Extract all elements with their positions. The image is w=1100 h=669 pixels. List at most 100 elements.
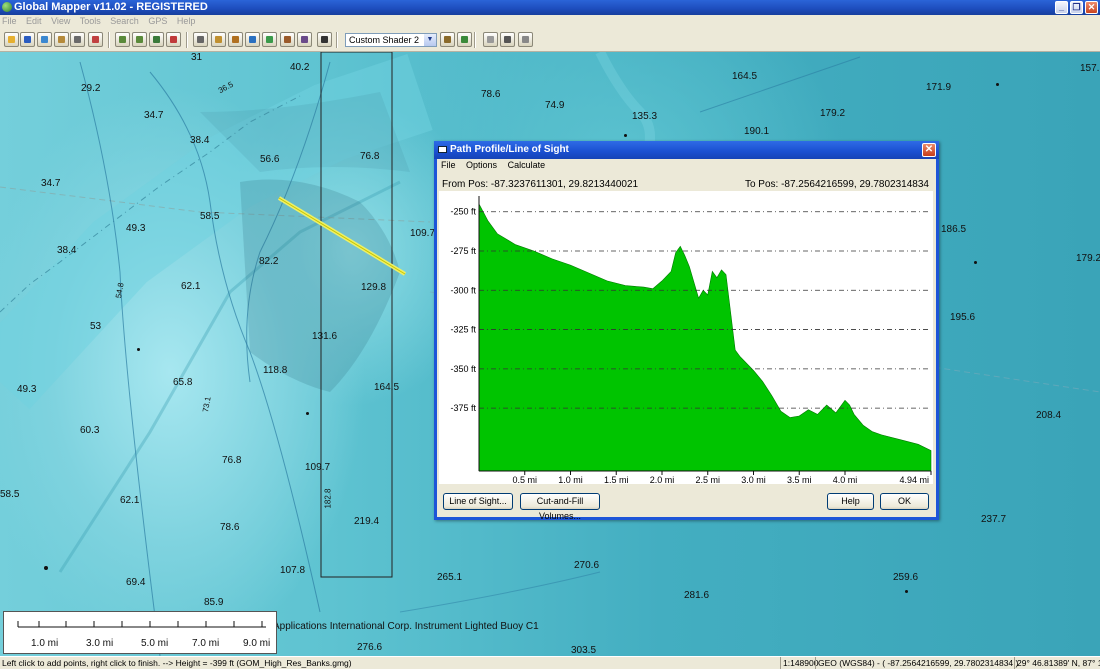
depth-label: 49.3 bbox=[126, 223, 146, 234]
home-icon[interactable] bbox=[166, 32, 181, 47]
buoy-feature-label: Applications International Corp. Instrum… bbox=[273, 621, 539, 632]
gps-icon[interactable] bbox=[483, 32, 498, 47]
y-tick-label: -375 ft bbox=[450, 403, 476, 413]
tools-icon[interactable] bbox=[88, 32, 103, 47]
pan-icon[interactable] bbox=[193, 32, 208, 47]
scale-label: 5.0 mi bbox=[141, 638, 169, 649]
sounding-point bbox=[137, 348, 140, 351]
depth-label: 78.6 bbox=[481, 89, 501, 100]
overlay-control-icon[interactable] bbox=[70, 32, 85, 47]
menu-file[interactable]: File bbox=[2, 16, 17, 26]
chevron-down-icon[interactable]: ▼ bbox=[424, 34, 436, 46]
depth-label: 186.5 bbox=[941, 224, 967, 235]
app-title-bar: Global Mapper v11.02 - REGISTERED _ ❐ ✕ bbox=[0, 0, 1100, 15]
depth-label: 29.2 bbox=[81, 83, 101, 94]
depth-label: 109.7 bbox=[410, 228, 436, 239]
status-bar: Left click to add points, right click to… bbox=[0, 656, 1100, 669]
profile-window-icon bbox=[438, 146, 447, 153]
depth-label: 281.6 bbox=[684, 590, 710, 601]
app-title: Global Mapper v11.02 - REGISTERED bbox=[14, 1, 208, 13]
3d-view-icon[interactable] bbox=[297, 32, 312, 47]
dialog-menu-bar: File Options Calculate bbox=[441, 160, 553, 170]
menu-help[interactable]: Help bbox=[177, 16, 196, 26]
scale-bar: 1.0 mi 3.0 mi 5.0 mi 7.0 mi 9.0 mi bbox=[3, 611, 277, 654]
zoom-in-icon[interactable] bbox=[115, 32, 130, 47]
depth-label: 58.5 bbox=[200, 211, 220, 222]
ok-button[interactable]: OK bbox=[880, 493, 929, 510]
depth-label: 76.8 bbox=[222, 455, 242, 466]
depth-label: 38.4 bbox=[57, 245, 77, 256]
depth-label: 118.8 bbox=[263, 365, 288, 376]
depth-label: 56.6 bbox=[260, 154, 280, 165]
depth-label: 78.6 bbox=[220, 522, 240, 533]
x-tick-label: 2.0 mi bbox=[650, 475, 675, 484]
line-of-sight-button[interactable]: Line of Sight... bbox=[443, 493, 513, 510]
save-icon[interactable] bbox=[20, 32, 35, 47]
binoculars-icon[interactable] bbox=[317, 32, 332, 47]
shader-palette-icon[interactable] bbox=[440, 32, 455, 47]
dialog-menu-calculate[interactable]: Calculate bbox=[508, 160, 546, 170]
scale-label: 3.0 mi bbox=[86, 638, 114, 649]
profile-chart: -250 ft -275 ft -300 ft -325 ft -350 ft -375 … bbox=[439, 191, 933, 484]
status-hint: Left click to add points, right click to… bbox=[2, 658, 352, 668]
zoom-out-icon[interactable] bbox=[132, 32, 147, 47]
config-icon[interactable] bbox=[518, 32, 533, 47]
status-scale: 1:148900 bbox=[780, 657, 818, 669]
depth-label: 53 bbox=[90, 321, 102, 332]
depth-label: 74.9 bbox=[545, 100, 565, 111]
dialog-title-bar[interactable]: Path Profile/Line of Sight ✕ bbox=[434, 141, 939, 159]
minimize-button[interactable]: _ bbox=[1055, 1, 1068, 14]
path-profile-dialog: Path Profile/Line of Sight ✕ File Option… bbox=[434, 141, 939, 521]
scale-label: 7.0 mi bbox=[192, 638, 220, 649]
restore-button[interactable]: ❐ bbox=[1070, 1, 1083, 14]
dialog-menu-options[interactable]: Options bbox=[466, 160, 497, 170]
menu-tools[interactable]: Tools bbox=[80, 16, 101, 26]
depth-label: 107.8 bbox=[280, 565, 306, 576]
measure-icon[interactable] bbox=[211, 32, 226, 47]
depth-label: 131.6 bbox=[312, 331, 338, 342]
help-button[interactable]: Help bbox=[827, 493, 874, 510]
x-tick-label: 3.5 mi bbox=[787, 475, 812, 484]
menu-gps[interactable]: GPS bbox=[148, 16, 167, 26]
x-tick-label: 2.5 mi bbox=[695, 475, 720, 484]
depth-label: 219.4 bbox=[354, 516, 380, 527]
feature-info-icon[interactable] bbox=[245, 32, 260, 47]
zoom-box-icon[interactable] bbox=[149, 32, 164, 47]
globe-icon[interactable] bbox=[37, 32, 52, 47]
profile-chart-svg: -250 ft -275 ft -300 ft -325 ft -350 ft -375 … bbox=[450, 196, 932, 484]
status-projection: GEO (WGS84) - ( -87.2564216599, 29.78023… bbox=[815, 657, 1018, 669]
depth-label: 82.2 bbox=[259, 256, 279, 267]
dialog-menu-file[interactable]: File bbox=[441, 160, 456, 170]
menu-search[interactable]: Search bbox=[110, 16, 139, 26]
print-icon[interactable] bbox=[500, 32, 515, 47]
depth-label: 135.3 bbox=[632, 111, 658, 122]
toolbar-separator bbox=[474, 32, 476, 48]
contour-label: 182.8 bbox=[323, 488, 333, 509]
cut-fill-volumes-button[interactable]: Cut-and-Fill Volumes... bbox=[520, 493, 600, 521]
shader-select[interactable]: Custom Shader 2 ▼ bbox=[345, 33, 437, 47]
depth-label: 62.1 bbox=[181, 281, 201, 292]
ruler-icon[interactable] bbox=[228, 32, 243, 47]
sounding-point bbox=[905, 590, 908, 593]
menu-view[interactable]: View bbox=[51, 16, 70, 26]
digitizer-icon[interactable] bbox=[262, 32, 277, 47]
sounding-point bbox=[624, 134, 627, 137]
close-button[interactable]: ✕ bbox=[1085, 1, 1098, 14]
x-tick-label: 1.5 mi bbox=[604, 475, 629, 484]
shader-settings-icon[interactable] bbox=[457, 32, 472, 47]
layers-icon[interactable] bbox=[54, 32, 69, 47]
depth-label: 237.7 bbox=[981, 514, 1007, 525]
depth-label: 303.5 bbox=[571, 645, 597, 656]
x-tick-label: 4.0 mi bbox=[833, 475, 858, 484]
menu-edit[interactable]: Edit bbox=[26, 16, 42, 26]
depth-label: 62.1 bbox=[120, 495, 140, 506]
depth-label: 157.2 bbox=[1080, 63, 1100, 74]
open-folder-icon[interactable] bbox=[4, 32, 19, 47]
depth-label: 259.6 bbox=[893, 572, 919, 583]
status-coords: 29° 46.81389' N, 87° 15.38530' W bbox=[1014, 657, 1100, 669]
path-profile-icon[interactable] bbox=[280, 32, 295, 47]
sounding-point bbox=[996, 83, 999, 86]
dialog-close-button[interactable]: ✕ bbox=[922, 143, 936, 157]
depth-label: 129.8 bbox=[361, 282, 387, 293]
toolbar bbox=[0, 28, 1100, 52]
